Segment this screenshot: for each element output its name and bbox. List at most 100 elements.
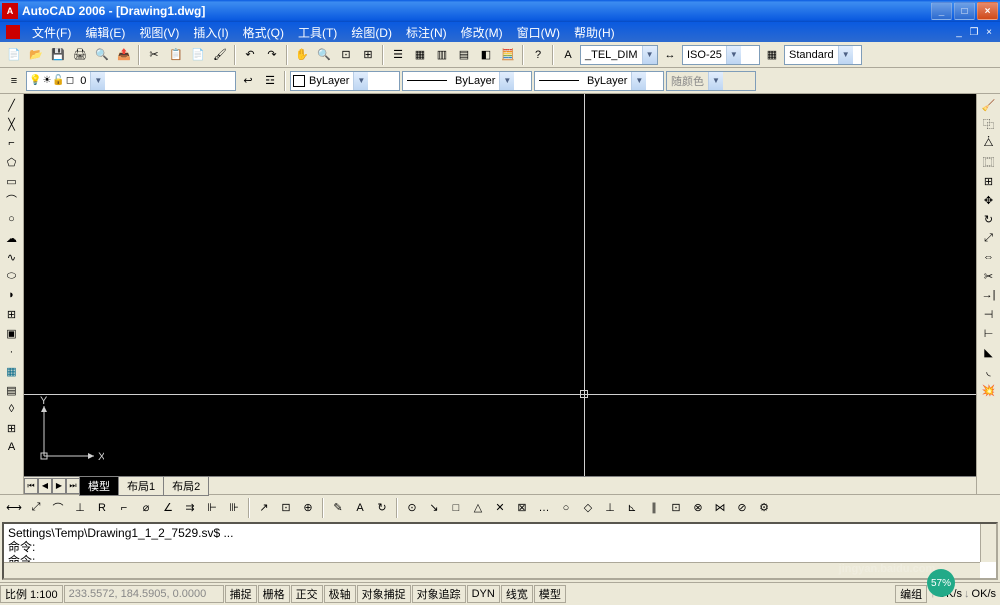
- dropdown-icon[interactable]: ▼: [631, 72, 646, 90]
- tab-model[interactable]: 模型: [79, 476, 119, 496]
- gradient-button[interactable]: ▤: [2, 381, 22, 399]
- erase-button[interactable]: 🧹: [979, 96, 999, 114]
- fillet-button[interactable]: ◟: [979, 362, 999, 380]
- trim-button[interactable]: ✂: [979, 267, 999, 285]
- dimedit-button[interactable]: ✎: [328, 498, 348, 518]
- osnap-near-button[interactable]: ⋈: [710, 498, 730, 518]
- tablestyle-icon[interactable]: ▦: [762, 45, 782, 65]
- publish-button[interactable]: 📤: [114, 45, 134, 65]
- dropdown-icon[interactable]: ▼: [642, 46, 657, 64]
- status-scale[interactable]: 比例 1:100: [0, 585, 63, 603]
- save-button[interactable]: 💾: [48, 45, 68, 65]
- dimupdate-button[interactable]: ↻: [372, 498, 392, 518]
- command-window[interactable]: Settings\Temp\Drawing1_1_2_7529.sv$ ... …: [2, 522, 998, 580]
- menu-tools[interactable]: 工具(T): [292, 22, 343, 43]
- help-button[interactable]: ?: [528, 45, 548, 65]
- status-grid[interactable]: 栅格: [258, 585, 290, 603]
- osnap-mid-button[interactable]: △: [468, 498, 488, 518]
- copy-button[interactable]: 📋: [166, 45, 186, 65]
- zoom-realtime-button[interactable]: 🔍: [314, 45, 334, 65]
- status-coords[interactable]: 233.5572, 184.5905, 0.0000: [64, 585, 224, 603]
- mtext-button[interactable]: A: [2, 438, 22, 456]
- dropdown-icon[interactable]: ▼: [838, 46, 853, 64]
- status-model[interactable]: 模型: [534, 585, 566, 603]
- mirror-button[interactable]: ⧊: [979, 134, 999, 152]
- lineweight-combo[interactable]: ByLayer ▼: [534, 71, 664, 91]
- paste-button[interactable]: 📄: [188, 45, 208, 65]
- break-button[interactable]: ⊣: [979, 305, 999, 323]
- osnap-ext-button[interactable]: …: [534, 498, 554, 518]
- join-button[interactable]: ⊢: [979, 324, 999, 342]
- close-button[interactable]: ×: [977, 2, 998, 20]
- textstyle-combo[interactable]: Standard ▼: [784, 45, 862, 65]
- move-button[interactable]: ✥: [979, 191, 999, 209]
- osnap-end-button[interactable]: □: [446, 498, 466, 518]
- tolerance-button[interactable]: ⊡: [276, 498, 296, 518]
- dim-ordinate-button[interactable]: ⊥: [70, 498, 90, 518]
- dim-arc-button[interactable]: ⌒: [48, 498, 68, 518]
- calc-button[interactable]: 🧮: [498, 45, 518, 65]
- dim-jogged-button[interactable]: ⌐: [114, 498, 134, 518]
- redo-button[interactable]: ↷: [262, 45, 282, 65]
- menu-window[interactable]: 窗口(W): [511, 22, 566, 43]
- qdim-button[interactable]: ⇉: [180, 498, 200, 518]
- open-button[interactable]: 📂: [26, 45, 46, 65]
- color-combo[interactable]: ByLayer ▼: [290, 71, 400, 91]
- stretch-button[interactable]: ⇔: [979, 248, 999, 266]
- toolpalettes-button[interactable]: ▥: [432, 45, 452, 65]
- block-button[interactable]: ▣: [2, 324, 22, 342]
- dimstyle2-combo[interactable]: ISO-25 ▼: [682, 45, 760, 65]
- status-group[interactable]: 编组: [895, 585, 927, 603]
- dimtedit-button[interactable]: A: [350, 498, 370, 518]
- properties-button[interactable]: ☰: [388, 45, 408, 65]
- dropdown-icon[interactable]: ▼: [499, 72, 514, 90]
- dimstyle-icon[interactable]: ↔: [660, 45, 680, 65]
- osnap-int-button[interactable]: ✕: [490, 498, 510, 518]
- osnap-cen-button[interactable]: ○: [556, 498, 576, 518]
- layer-combo[interactable]: 💡 ☀ 🔓 ◻ 0 ▼: [26, 71, 236, 91]
- linetype-combo[interactable]: ByLayer ▼: [402, 71, 532, 91]
- menu-modify[interactable]: 修改(M): [455, 22, 509, 43]
- osnap-qua-button[interactable]: ◇: [578, 498, 598, 518]
- xline-button[interactable]: ╳: [2, 115, 22, 133]
- status-lwt[interactable]: 线宽: [501, 585, 533, 603]
- menu-draw[interactable]: 绘图(D): [345, 22, 398, 43]
- dim-radius-button[interactable]: R: [92, 498, 112, 518]
- insert-button[interactable]: ⊞: [2, 305, 22, 323]
- layer-manager-button[interactable]: ≡: [4, 71, 24, 91]
- extend-button[interactable]: →|: [979, 286, 999, 304]
- scale-button[interactable]: ⤢: [979, 229, 999, 247]
- tab-prev-button[interactable]: ◀: [38, 478, 52, 494]
- hatch-button[interactable]: ▦: [2, 362, 22, 380]
- osnap-temp-button[interactable]: ⊙: [402, 498, 422, 518]
- tab-layout2[interactable]: 布局2: [163, 476, 209, 496]
- dim-linear-button[interactable]: ⟷: [4, 498, 24, 518]
- textstyle-icon[interactable]: A: [558, 45, 578, 65]
- dropdown-icon[interactable]: ▼: [90, 72, 105, 90]
- osnap-from-button[interactable]: ↘: [424, 498, 444, 518]
- point-button[interactable]: ·: [2, 343, 22, 361]
- layer-prev-button[interactable]: ↩: [238, 71, 258, 91]
- layer-states-button[interactable]: ☲: [260, 71, 280, 91]
- menu-view[interactable]: 视图(V): [133, 22, 185, 43]
- menu-format[interactable]: 格式(Q): [237, 22, 290, 43]
- pan-button[interactable]: ✋: [292, 45, 312, 65]
- dropdown-icon[interactable]: ▼: [726, 46, 741, 64]
- revcloud-button[interactable]: ☁: [2, 229, 22, 247]
- dropdown-icon[interactable]: ▼: [353, 72, 368, 90]
- line-button[interactable]: ╱: [2, 96, 22, 114]
- dim-baseline-button[interactable]: ⊩: [202, 498, 222, 518]
- new-button[interactable]: 📄: [4, 45, 24, 65]
- menu-help[interactable]: 帮助(H): [568, 22, 621, 43]
- zoom-window-button[interactable]: ⊡: [336, 45, 356, 65]
- dim-angular-button[interactable]: ∠: [158, 498, 178, 518]
- osnap-tan-button[interactable]: ⊥: [600, 498, 620, 518]
- circle-button[interactable]: ○: [2, 210, 22, 228]
- cmd-scrollbar-v[interactable]: [980, 524, 996, 562]
- centermark-button[interactable]: ⊕: [298, 498, 318, 518]
- matchprop-button[interactable]: 🖌: [210, 45, 230, 65]
- drawing-canvas[interactable]: X Y: [24, 94, 976, 476]
- osnap-none-button[interactable]: ⊘: [732, 498, 752, 518]
- osnap-par-button[interactable]: ∥: [644, 498, 664, 518]
- cmd-scrollbar-h[interactable]: [4, 562, 980, 578]
